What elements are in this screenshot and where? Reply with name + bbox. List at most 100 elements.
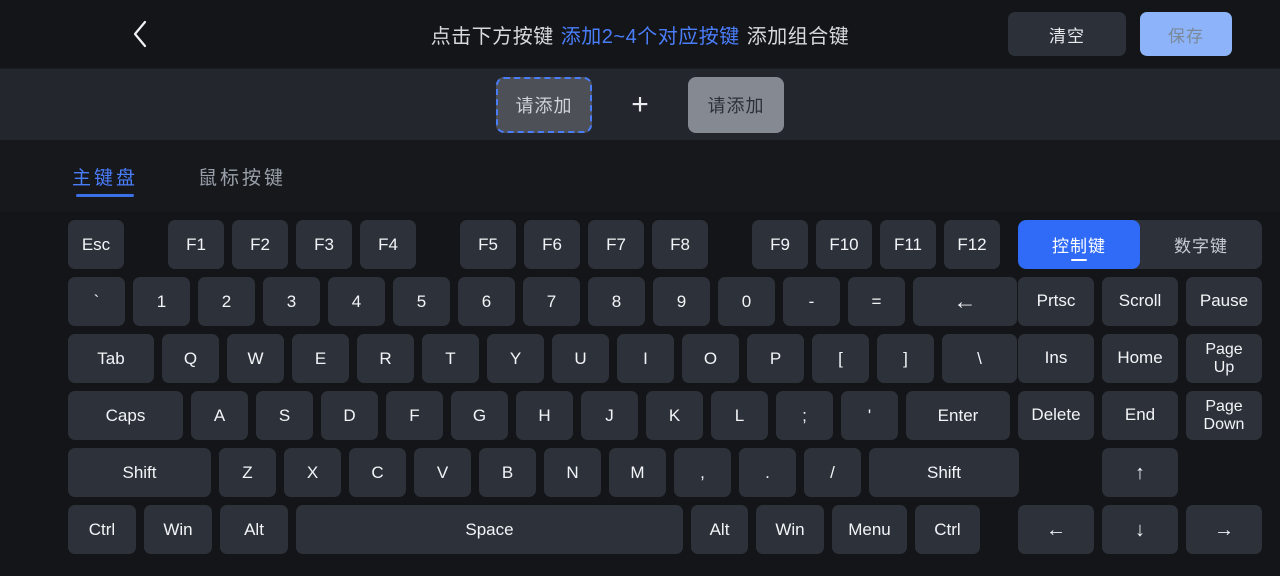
key-scroll[interactable]: Scroll [1102, 277, 1178, 326]
key-f[interactable]: F [386, 391, 443, 440]
key-i[interactable]: I [617, 334, 674, 383]
key-z[interactable]: Z [219, 448, 276, 497]
save-button[interactable]: 保存 [1140, 12, 1232, 56]
key-4[interactable]: 4 [328, 277, 385, 326]
key-v[interactable]: V [414, 448, 471, 497]
key-q[interactable]: Q [162, 334, 219, 383]
key-quote[interactable]: ' [841, 391, 898, 440]
tab-main-keyboard[interactable]: 主键盘 [72, 140, 138, 212]
key-2[interactable]: 2 [198, 277, 255, 326]
key-ctrl-left[interactable]: Ctrl [68, 505, 136, 554]
key-n[interactable]: N [544, 448, 601, 497]
key-5[interactable]: 5 [393, 277, 450, 326]
key-ctrl-right[interactable]: Ctrl [915, 505, 980, 554]
key-menu[interactable]: Menu [832, 505, 907, 554]
key-a[interactable]: A [191, 391, 248, 440]
key-o[interactable]: O [682, 334, 739, 383]
key-f2[interactable]: F2 [232, 220, 288, 269]
key-page-up[interactable]: Page Up [1186, 334, 1262, 383]
arrow-row-lrd: ← ↓ → [1018, 505, 1270, 554]
clear-button[interactable]: 清空 [1008, 12, 1126, 56]
combo-slot-1[interactable]: 请添加 [496, 76, 592, 133]
key-x[interactable]: X [284, 448, 341, 497]
combo-slot-bar: 请添加 + 请添加 [0, 68, 1280, 140]
key-backslash[interactable]: \ [942, 334, 1017, 383]
back-button[interactable] [112, 10, 168, 58]
key-f7[interactable]: F7 [588, 220, 644, 269]
key-pause[interactable]: Pause [1186, 277, 1262, 326]
key-arrow-right[interactable]: → [1186, 505, 1262, 554]
key-1[interactable]: 1 [133, 277, 190, 326]
key-shift-right[interactable]: Shift [869, 448, 1019, 497]
key-arrow-up[interactable]: ↑ [1102, 448, 1178, 497]
key-f10[interactable]: F10 [816, 220, 872, 269]
key-9[interactable]: 9 [653, 277, 710, 326]
key-s[interactable]: S [256, 391, 313, 440]
key-arrow-down[interactable]: ↓ [1102, 505, 1178, 554]
main-keyboard-keys: Esc F1 F2 F3 F4 F5 F6 F7 F8 F9 F10 F11 F… [68, 220, 1019, 562]
key-p[interactable]: P [747, 334, 804, 383]
key-f4[interactable]: F4 [360, 220, 416, 269]
key-8[interactable]: 8 [588, 277, 645, 326]
key-home[interactable]: Home [1102, 334, 1178, 383]
key-h[interactable]: H [516, 391, 573, 440]
tab-mouse-buttons[interactable]: 鼠标按键 [198, 140, 286, 212]
key-comma[interactable]: , [674, 448, 731, 497]
key-f3[interactable]: F3 [296, 220, 352, 269]
key-t[interactable]: T [422, 334, 479, 383]
key-equal[interactable]: = [848, 277, 905, 326]
key-l[interactable]: L [711, 391, 768, 440]
key-f5[interactable]: F5 [460, 220, 516, 269]
key-f6[interactable]: F6 [524, 220, 580, 269]
key-esc[interactable]: Esc [68, 220, 124, 269]
key-g[interactable]: G [451, 391, 508, 440]
key-alt-right[interactable]: Alt [691, 505, 748, 554]
key-minus[interactable]: - [783, 277, 840, 326]
key-6[interactable]: 6 [458, 277, 515, 326]
key-w[interactable]: W [227, 334, 284, 383]
key-k[interactable]: K [646, 391, 703, 440]
key-0[interactable]: 0 [718, 277, 775, 326]
key-space[interactable]: Space [296, 505, 683, 554]
key-row-shift: Shift Z X C V B N M , . / Shift [68, 448, 1019, 497]
combo-slot-2[interactable]: 请添加 [688, 76, 784, 133]
key-bracket-left[interactable]: [ [812, 334, 869, 383]
key-backtick[interactable]: ` [68, 277, 125, 326]
key-f12[interactable]: F12 [944, 220, 1000, 269]
key-u[interactable]: U [552, 334, 609, 383]
key-caps[interactable]: Caps [68, 391, 183, 440]
key-prtsc[interactable]: Prtsc [1018, 277, 1094, 326]
toggle-control-keys[interactable]: 控制键 [1018, 220, 1140, 269]
key-r[interactable]: R [357, 334, 414, 383]
key-3[interactable]: 3 [263, 277, 320, 326]
key-tab[interactable]: Tab [68, 334, 154, 383]
key-7[interactable]: 7 [523, 277, 580, 326]
key-j[interactable]: J [581, 391, 638, 440]
key-slash[interactable]: / [804, 448, 861, 497]
key-ins[interactable]: Ins [1018, 334, 1094, 383]
key-arrow-left[interactable]: ← [1018, 505, 1094, 554]
key-bracket-right[interactable]: ] [877, 334, 934, 383]
key-d[interactable]: D [321, 391, 378, 440]
key-f8[interactable]: F8 [652, 220, 708, 269]
key-b[interactable]: B [479, 448, 536, 497]
key-shift-left[interactable]: Shift [68, 448, 211, 497]
key-f9[interactable]: F9 [752, 220, 808, 269]
key-e[interactable]: E [292, 334, 349, 383]
key-f1[interactable]: F1 [168, 220, 224, 269]
key-win-right[interactable]: Win [756, 505, 824, 554]
key-c[interactable]: C [349, 448, 406, 497]
key-win-left[interactable]: Win [144, 505, 212, 554]
key-semicolon[interactable]: ; [776, 391, 833, 440]
key-backspace[interactable]: ← [913, 277, 1017, 326]
key-y[interactable]: Y [487, 334, 544, 383]
toggle-number-keys[interactable]: 数字键 [1140, 220, 1262, 269]
key-period[interactable]: . [739, 448, 796, 497]
key-f11[interactable]: F11 [880, 220, 936, 269]
key-m[interactable]: M [609, 448, 666, 497]
key-enter[interactable]: Enter [906, 391, 1010, 440]
key-end[interactable]: End [1102, 391, 1178, 440]
key-delete[interactable]: Delete [1018, 391, 1094, 440]
key-alt-left[interactable]: Alt [220, 505, 288, 554]
key-page-down[interactable]: Page Down [1186, 391, 1262, 440]
